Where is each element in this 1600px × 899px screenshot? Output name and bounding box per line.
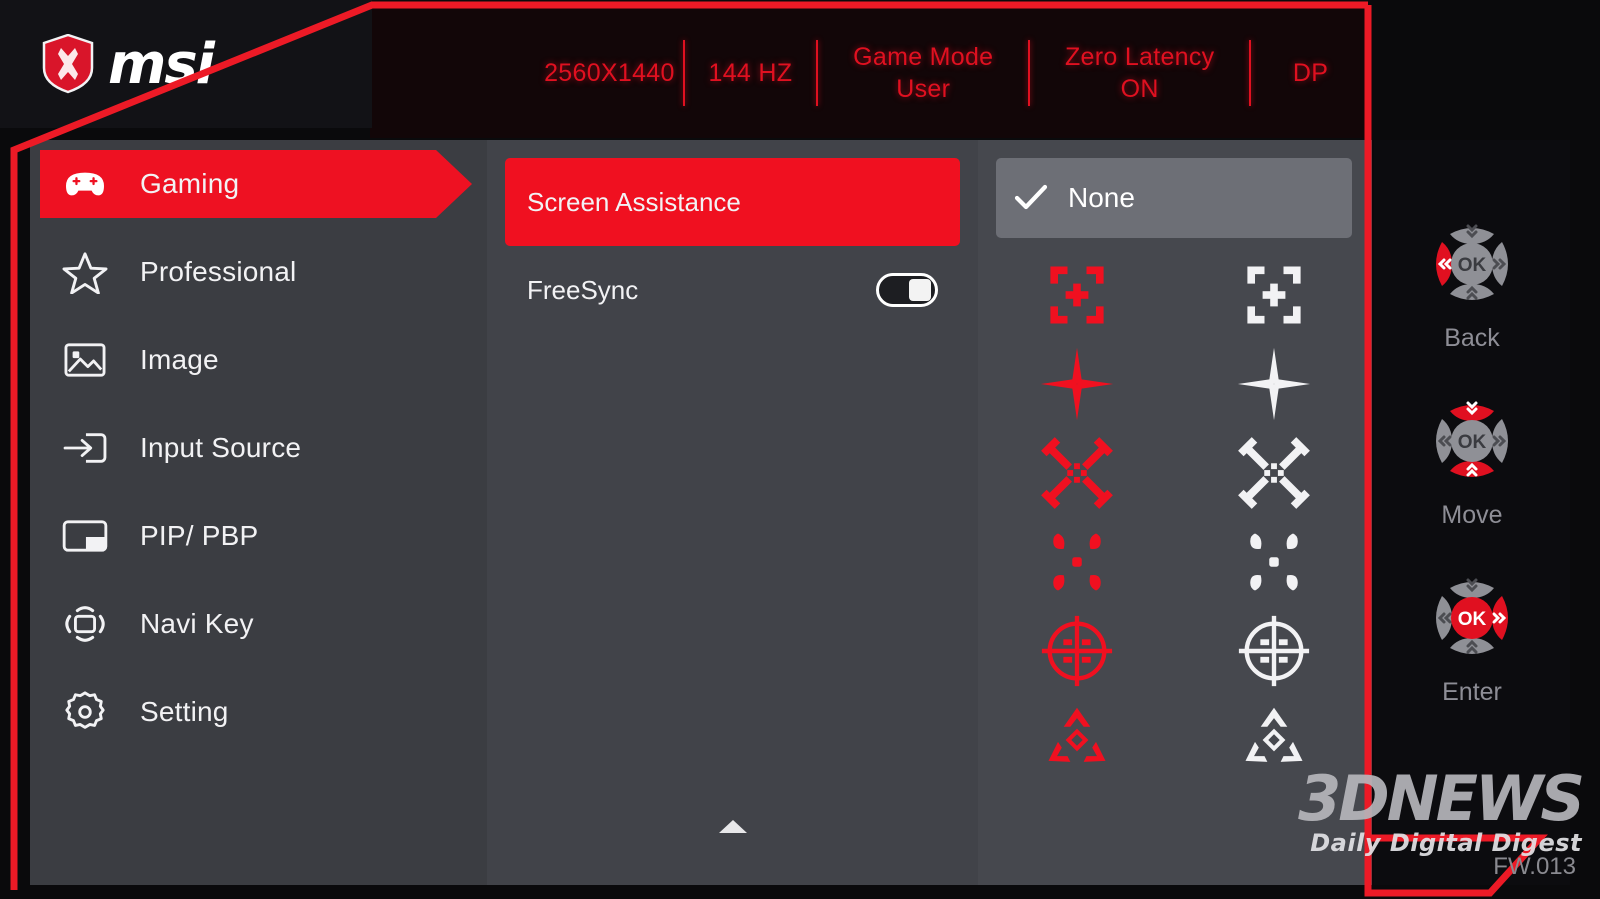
osd-root: 2560X1440 144 HZ Game Mode User Zero Lat… xyxy=(0,0,1600,899)
header-game-mode-title: Game Mode xyxy=(853,42,994,71)
option-item-none[interactable]: None xyxy=(996,158,1352,238)
option-label-none: None xyxy=(1068,182,1135,213)
navi-dpad-move-icon: OK xyxy=(1436,401,1508,477)
header-refresh-value: 144 HZ xyxy=(708,58,793,87)
crosshair-option-x-blades-red[interactable] xyxy=(1002,428,1152,517)
crosshair-option-bracket-cross-red[interactable] xyxy=(1002,250,1152,339)
bracket-cross-white-icon xyxy=(1246,266,1301,323)
sidebar-item-input-source[interactable]: Input Source xyxy=(30,404,487,492)
header-zero-latency-title: Zero Latency xyxy=(1064,42,1215,71)
star-icon xyxy=(58,245,112,299)
msi-logo-block: msi xyxy=(0,0,372,128)
sidebar-label-image: Image xyxy=(140,344,219,375)
sidebar-label-pip-pbp: PIP/ PBP xyxy=(140,520,259,551)
options-panel: None xyxy=(978,140,1372,885)
sidebar-label-navi-key: Navi Key xyxy=(140,608,254,639)
tri-arrow-white-icon xyxy=(1245,707,1302,762)
crosshair-option-petal-dots-white[interactable] xyxy=(1199,517,1349,606)
crosshair-option-star-cross-white[interactable] xyxy=(1199,339,1349,428)
sidebar-item-gaming[interactable]: Gaming xyxy=(30,140,487,228)
nav-hint-enter: OK Enter xyxy=(1416,562,1528,707)
sidebar-item-pip-pbp[interactable]: PIP/ PBP xyxy=(30,492,487,580)
firmware-version: FW.013 xyxy=(1493,853,1576,880)
picture-icon xyxy=(58,333,112,387)
crosshair-option-star-cross-red[interactable] xyxy=(1002,339,1152,428)
check-icon xyxy=(1014,184,1048,210)
msi-dragon-shield-icon xyxy=(42,34,94,94)
sidebar-label-setting: Setting xyxy=(140,696,229,727)
sidebar-item-navi-key[interactable]: Navi Key xyxy=(30,580,487,668)
svg-text:OK: OK xyxy=(1458,432,1487,453)
sidebar-label-input-source: Input Source xyxy=(140,432,302,463)
crosshair-option-scope-circle-white[interactable] xyxy=(1199,606,1349,695)
sidebar-item-setting[interactable]: Setting xyxy=(30,668,487,756)
sidebar-label-gaming: Gaming xyxy=(140,168,240,199)
nav-hints-panel: OK Back OK Move OK Enter xyxy=(1374,140,1570,885)
header-resolution-value: 2560X1440 xyxy=(544,58,675,87)
x-blades-white-icon xyxy=(1237,436,1310,509)
star-cross-red-icon xyxy=(1040,347,1113,420)
submenu-item-screen-assistance[interactable]: Screen Assistance xyxy=(505,158,960,246)
osd-header-bar: 2560X1440 144 HZ Game Mode User Zero Lat… xyxy=(370,8,1370,138)
x-blades-red-icon xyxy=(1040,436,1113,509)
nav-label-back: Back xyxy=(1444,324,1500,352)
header-item-zero-latency: Zero Latency ON xyxy=(1030,41,1249,106)
sidebar-label-professional: Professional xyxy=(140,256,297,287)
nav-label-move: Move xyxy=(1441,501,1503,529)
crosshair-option-tri-arrow-white[interactable] xyxy=(1199,695,1349,784)
submenu-label-freesync: FreeSync xyxy=(527,274,639,305)
petal-dots-white-icon xyxy=(1249,533,1298,590)
bracket-cross-red-icon xyxy=(1049,266,1104,323)
sidebar-panel: Gaming Professional Image Input Source P… xyxy=(30,140,487,885)
crosshair-option-tri-arrow-red[interactable] xyxy=(1002,695,1152,784)
header-item-input: DP xyxy=(1251,57,1370,90)
submenu-label-screen-assistance: Screen Assistance xyxy=(527,186,741,217)
header-item-resolution: 2560X1440 xyxy=(536,57,683,90)
star-cross-white-icon xyxy=(1237,347,1310,420)
nav-hint-back: OK Back xyxy=(1416,208,1528,353)
submenu-panel: Screen Assistance FreeSync xyxy=(487,140,978,885)
navi-dpad-back-icon: OK xyxy=(1436,224,1508,300)
freesync-toggle[interactable] xyxy=(876,273,938,307)
tri-arrow-red-icon xyxy=(1048,707,1105,762)
scroll-up-icon[interactable] xyxy=(718,820,747,833)
navi-dpad-enter-icon: OK xyxy=(1436,578,1508,654)
crosshair-grid xyxy=(978,250,1372,784)
scope-circle-white-icon xyxy=(1238,615,1309,686)
crosshair-option-scope-circle-red[interactable] xyxy=(1002,606,1152,695)
submenu-item-freesync[interactable]: FreeSync xyxy=(505,246,960,334)
freesync-toggle-knob xyxy=(909,279,931,301)
header-zero-latency-value: ON xyxy=(1120,75,1159,103)
header-input-value: DP xyxy=(1292,58,1329,87)
sidebar-item-professional[interactable]: Professional xyxy=(30,228,487,316)
svg-text:OK: OK xyxy=(1458,609,1487,630)
header-item-refresh: 144 HZ xyxy=(685,57,816,90)
sidebar-item-image[interactable]: Image xyxy=(30,316,487,404)
nav-label-enter: Enter xyxy=(1442,678,1502,706)
input-arrow-icon xyxy=(58,421,112,475)
osd-body: Gaming Professional Image Input Source P… xyxy=(30,140,1372,885)
crosshair-option-x-blades-white[interactable] xyxy=(1199,428,1349,517)
pip-pbp-icon xyxy=(58,509,112,563)
petal-dots-red-icon xyxy=(1052,533,1101,590)
navi-key-icon xyxy=(58,597,112,651)
nav-hint-move: OK Move xyxy=(1416,385,1528,530)
crosshair-option-bracket-cross-white[interactable] xyxy=(1199,250,1349,339)
sidebar-menu: Gaming Professional Image Input Source P… xyxy=(30,140,487,756)
gamepad-icon xyxy=(58,157,112,211)
gear-icon xyxy=(58,685,112,739)
svg-text:OK: OK xyxy=(1458,255,1487,276)
crosshair-option-petal-dots-red[interactable] xyxy=(1002,517,1152,606)
scope-circle-red-icon xyxy=(1041,615,1112,686)
header-game-mode-value: User xyxy=(896,75,951,103)
msi-wordmark: msi xyxy=(108,31,215,97)
header-item-game-mode: Game Mode User xyxy=(818,41,1028,106)
